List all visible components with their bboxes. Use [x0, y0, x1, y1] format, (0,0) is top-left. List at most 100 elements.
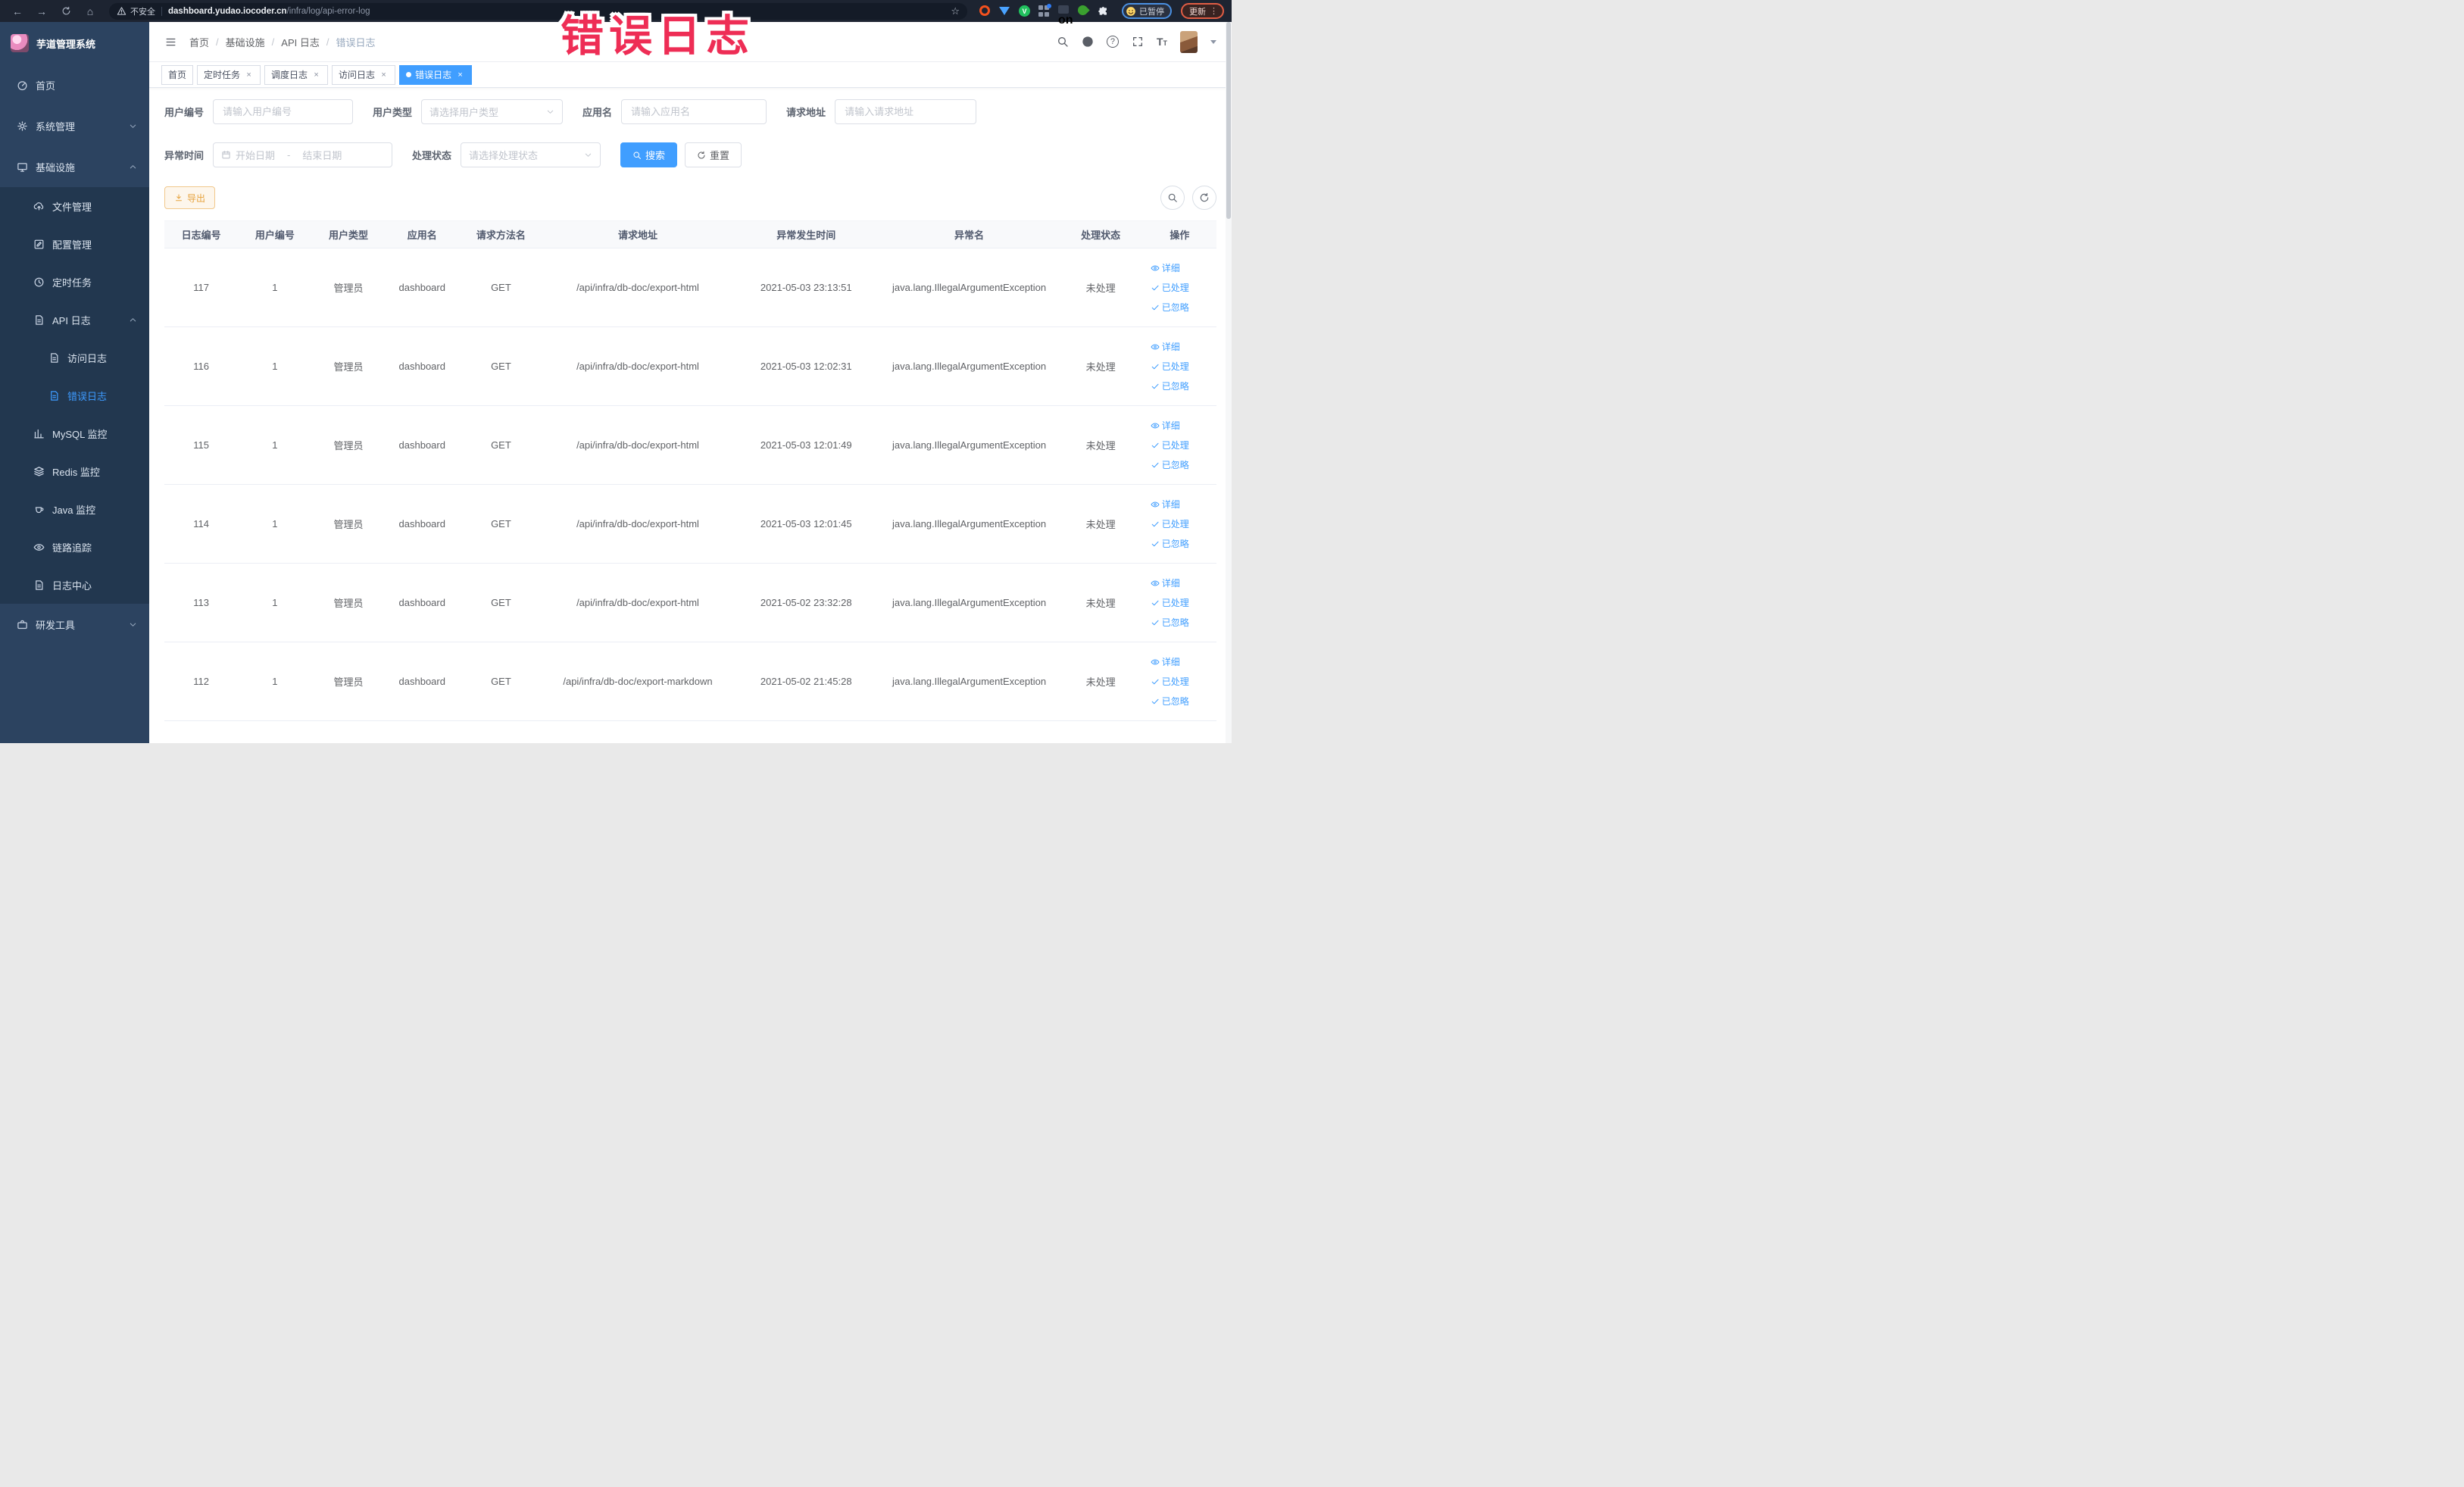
update-label: 更新: [1189, 7, 1206, 17]
chevron-down-icon: [546, 108, 554, 116]
breadcrumb-api-log[interactable]: API 日志: [281, 35, 320, 49]
extensions-puzzle-icon[interactable]: [1098, 5, 1110, 17]
browser-back-button[interactable]: ←: [8, 3, 27, 20]
close-icon[interactable]: [311, 70, 321, 80]
sidebar-item-api-log[interactable]: API 日志: [0, 301, 149, 339]
sidebar-item-tracing[interactable]: 链路追踪: [0, 528, 149, 566]
detail-link[interactable]: 详细: [1151, 498, 1180, 511]
process-status-select[interactable]: 请选择处理状态: [461, 142, 601, 167]
detail-link[interactable]: 详细: [1151, 419, 1180, 432]
extension-blue-icon[interactable]: [999, 5, 1010, 17]
github-icon[interactable]: [1082, 36, 1094, 48]
extension-grid-icon[interactable]: [1038, 4, 1051, 17]
request-url-input[interactable]: [835, 99, 977, 124]
cell-log-id: 112: [164, 642, 239, 721]
sidebar-item-dev-tools[interactable]: 研发工具: [0, 604, 149, 645]
reset-button[interactable]: 重置: [685, 142, 742, 167]
close-icon[interactable]: [455, 70, 465, 80]
mark-processed-link[interactable]: 已处理: [1151, 675, 1189, 688]
sidebar-item-error-log[interactable]: 错误日志: [0, 376, 149, 414]
mark-ignored-link[interactable]: 已忽略: [1151, 695, 1189, 708]
sidebar-item-infrastructure[interactable]: 基础设施: [0, 146, 149, 187]
avatar-caret-down-icon[interactable]: [1210, 39, 1216, 44]
mark-ignored-link[interactable]: 已忽略: [1151, 380, 1189, 392]
mark-processed-link[interactable]: 已处理: [1151, 360, 1189, 373]
table-row: 112 1 管理员 dashboard GET /api/infra/db-do…: [164, 642, 1216, 721]
mark-ignored-link[interactable]: 已忽略: [1151, 537, 1189, 550]
tab-scheduled-jobs[interactable]: 定时任务: [197, 64, 261, 85]
browser-home-button[interactable]: ⌂: [80, 3, 100, 20]
mark-processed-link[interactable]: 已处理: [1151, 517, 1189, 530]
toggle-search-button[interactable]: [1160, 186, 1185, 210]
edit-icon: [33, 239, 45, 250]
detail-link[interactable]: 详细: [1151, 655, 1180, 668]
tab-access-log[interactable]: 访问日志: [332, 64, 396, 85]
mark-processed-link[interactable]: 已处理: [1151, 439, 1189, 451]
extension-green-v-icon[interactable]: V: [1019, 5, 1030, 17]
detail-link[interactable]: 详细: [1151, 261, 1180, 274]
user-avatar[interactable]: [1180, 30, 1198, 53]
help-icon[interactable]: [1106, 36, 1119, 48]
search-icon[interactable]: [1057, 36, 1069, 48]
hamburger-icon[interactable]: [164, 36, 177, 48]
security-label[interactable]: 不安全: [130, 5, 155, 17]
sidebar-item-scheduled-jobs[interactable]: 定时任务: [0, 263, 149, 301]
sidebar-item-java-monitor[interactable]: Java 监控: [0, 490, 149, 528]
address-bar[interactable]: 不安全 dashboard.yudao.iocoder.cn /infra/lo…: [109, 2, 967, 20]
detail-link[interactable]: 详细: [1151, 576, 1180, 589]
mark-ignored-link[interactable]: 已忽略: [1151, 301, 1189, 314]
sidebar-item-file-management[interactable]: 文件管理: [0, 187, 149, 225]
sidebar-item-redis-monitor[interactable]: Redis 监控: [0, 452, 149, 490]
cell-user-id: 1: [238, 563, 312, 642]
table-row: 115 1 管理员 dashboard GET /api/infra/db-do…: [164, 405, 1216, 485]
close-icon[interactable]: [244, 70, 254, 80]
tab-schedule-log[interactable]: 调度日志: [264, 64, 329, 85]
close-icon[interactable]: [379, 70, 389, 80]
user-type-select[interactable]: 请选择用户类型: [421, 99, 564, 124]
recorder-paused-chip[interactable]: 已暂停: [1122, 3, 1172, 19]
cell-app-name: dashboard: [385, 326, 459, 406]
tab-error-log[interactable]: 错误日志: [399, 64, 473, 85]
detail-link[interactable]: 详细: [1151, 340, 1180, 353]
date-range-picker[interactable]: 开始日期 - 结束日期: [213, 142, 393, 167]
export-button[interactable]: 导出: [164, 186, 216, 209]
scrollbar-thumb[interactable]: [1226, 22, 1231, 219]
monitor-icon: [17, 161, 28, 173]
mark-processed-link[interactable]: 已处理: [1151, 281, 1189, 294]
bookmark-star-icon[interactable]: [951, 5, 960, 17]
cell-log-id: 117: [164, 248, 239, 327]
browser-menu-icon[interactable]: [1210, 6, 1218, 16]
table-header-row: 日志编号 用户编号 用户类型 应用名 请求方法名 请求地址 异常发生时间 异常名…: [164, 220, 1216, 248]
browser-reload-button[interactable]: [56, 3, 76, 20]
extension-on-badge-icon[interactable]: on: [1058, 5, 1073, 27]
check-icon: [1151, 461, 1160, 470]
mark-processed-link[interactable]: 已处理: [1151, 596, 1189, 609]
mark-ignored-link[interactable]: 已忽略: [1151, 616, 1189, 629]
breadcrumb-home[interactable]: 首页: [189, 35, 209, 49]
sidebar-item-home[interactable]: 首页: [0, 64, 149, 105]
cell-user-type: 管理员: [311, 405, 386, 485]
mark-ignored-link[interactable]: 已忽略: [1151, 458, 1189, 471]
check-icon: [1151, 697, 1160, 706]
user-id-input[interactable]: [213, 99, 354, 124]
sidebar-item-config-management[interactable]: 配置管理: [0, 225, 149, 263]
search-button[interactable]: 搜索: [620, 142, 678, 167]
refresh-table-button[interactable]: [1192, 186, 1216, 210]
extension-orange-icon[interactable]: [979, 5, 991, 17]
browser-update-button[interactable]: 更新: [1181, 3, 1224, 19]
cell-exception-name: java.lang.IllegalArgumentException: [879, 563, 1059, 642]
sidebar-item-access-log[interactable]: 访问日志: [0, 339, 149, 376]
browser-forward-button[interactable]: →: [32, 3, 52, 20]
tab-home[interactable]: 首页: [161, 64, 194, 85]
sidebar-item-system[interactable]: 系统管理: [0, 105, 149, 146]
app-name-input[interactable]: [621, 99, 767, 124]
sidebar-item-log-center[interactable]: 日志中心: [0, 566, 149, 604]
extension-plant-icon[interactable]: [1076, 3, 1090, 17]
search-icon: [632, 151, 642, 160]
fullscreen-icon[interactable]: [1132, 36, 1144, 48]
chevron-down-icon: [584, 151, 592, 159]
breadcrumb-infrastructure[interactable]: 基础设施: [226, 35, 265, 49]
page-scrollbar[interactable]: [1226, 22, 1232, 743]
font-size-icon[interactable]: T: [1157, 36, 1168, 48]
sidebar-item-mysql-monitor[interactable]: MySQL 监控: [0, 414, 149, 452]
